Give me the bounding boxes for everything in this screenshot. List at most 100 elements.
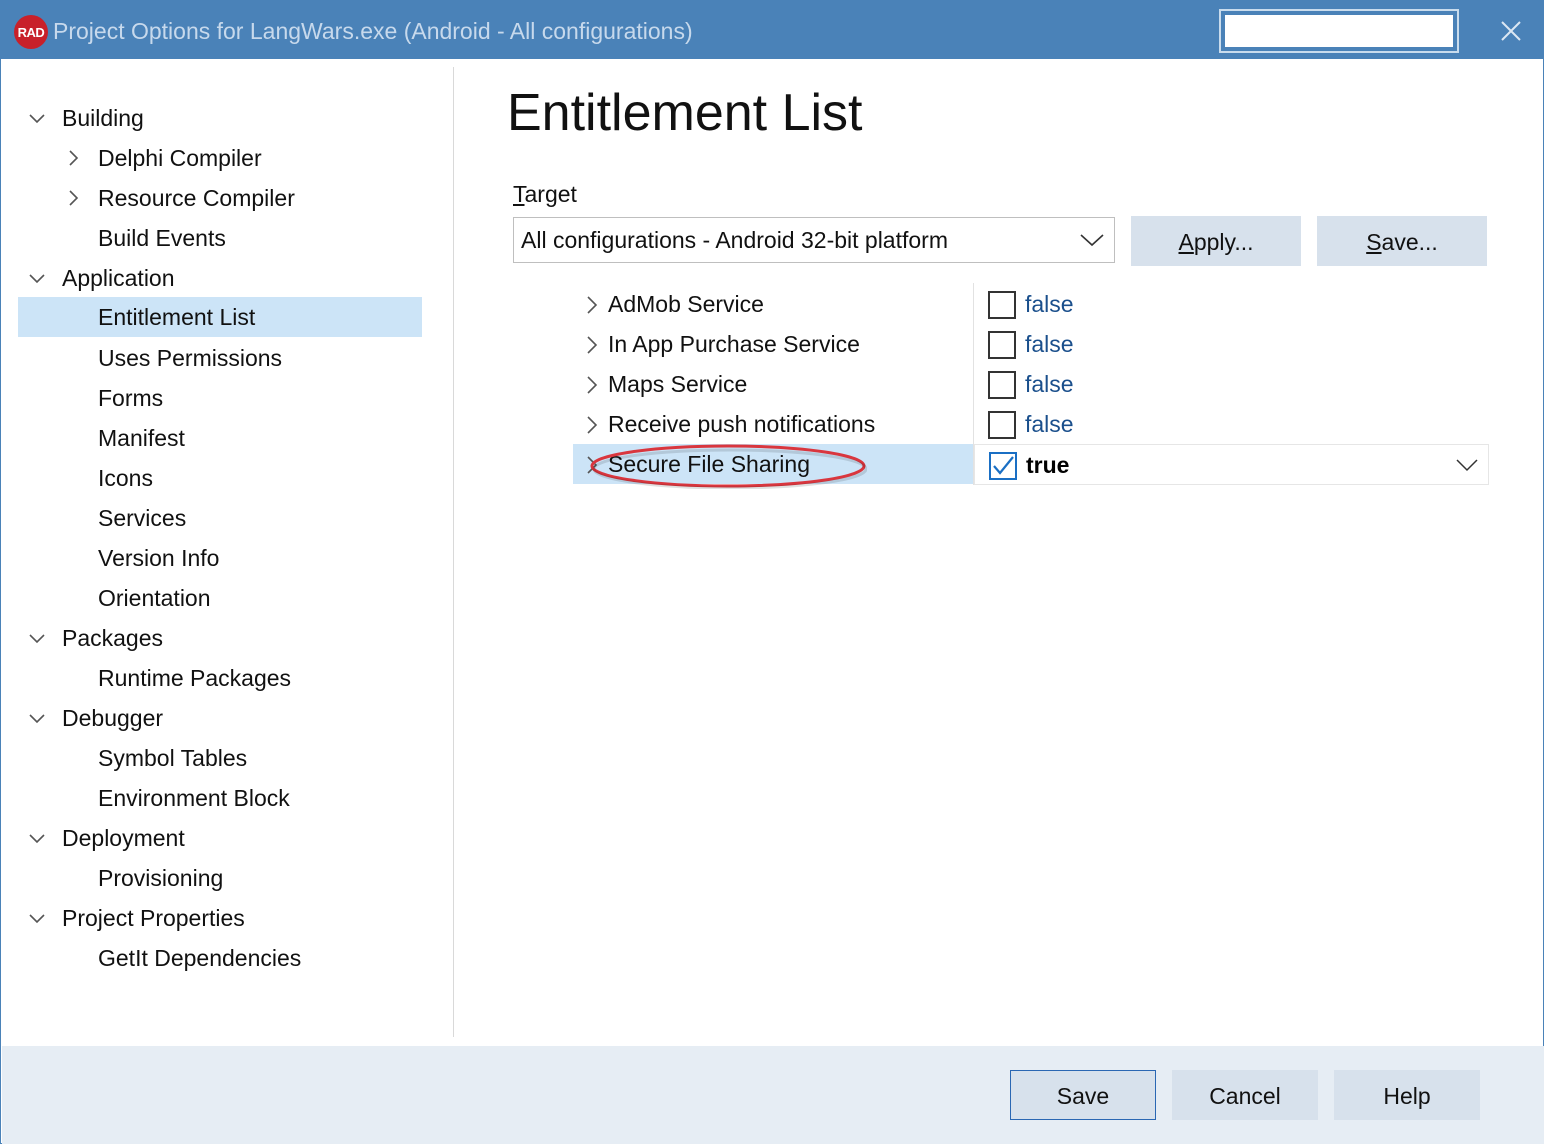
tree-item-build-events[interactable]: Build Events bbox=[21, 218, 423, 258]
entitlement-row-push-notifications[interactable]: Receive push notifications false bbox=[573, 404, 1489, 444]
tree-item-label: Provisioning bbox=[98, 865, 224, 891]
cancel-button[interactable]: Cancel bbox=[1172, 1070, 1318, 1120]
close-button[interactable] bbox=[1491, 13, 1531, 49]
chevron-right-icon[interactable] bbox=[585, 456, 599, 474]
entitlement-checkbox[interactable] bbox=[989, 452, 1017, 480]
chevron-down-icon[interactable] bbox=[29, 270, 45, 286]
page-title: Entitlement List bbox=[507, 84, 863, 142]
tree-item-forms[interactable]: Forms bbox=[21, 378, 423, 418]
entitlement-value-cell[interactable]: false bbox=[974, 324, 1489, 364]
tree-item-label: Runtime Packages bbox=[98, 665, 292, 691]
tree-item-label: Entitlement List bbox=[98, 304, 256, 330]
tree-item-manifest[interactable]: Manifest bbox=[21, 418, 423, 458]
tree-item-getit-dependencies[interactable]: GetIt Dependencies bbox=[21, 938, 423, 978]
chevron-down-icon bbox=[1080, 234, 1104, 247]
tree-item-debugger[interactable]: Debugger bbox=[21, 698, 423, 738]
tree-item-label: Services bbox=[98, 505, 187, 531]
entitlement-name-cell: AdMob Service bbox=[573, 284, 973, 324]
close-icon bbox=[1501, 21, 1521, 41]
entitlement-value: false bbox=[1025, 371, 1074, 397]
tree-item-label: GetIt Dependencies bbox=[98, 945, 302, 971]
options-tree: Building Delphi Compiler Resource Compil… bbox=[1, 59, 453, 1039]
chevron-down-icon[interactable] bbox=[29, 110, 45, 126]
tree-item-provisioning[interactable]: Provisioning bbox=[21, 858, 423, 898]
chevron-down-icon[interactable] bbox=[1456, 458, 1478, 472]
entitlement-value-cell[interactable]: false bbox=[974, 284, 1489, 324]
pane-divider[interactable] bbox=[453, 67, 454, 1037]
entitlement-name-cell: Maps Service bbox=[573, 364, 973, 404]
entitlement-row-secure-file-sharing[interactable]: Secure File Sharing true bbox=[573, 444, 1489, 485]
tree-item-label: Icons bbox=[98, 465, 153, 491]
entitlement-value: false bbox=[1025, 291, 1074, 317]
chevron-right-icon[interactable] bbox=[585, 376, 599, 394]
entitlement-name-cell: Secure File Sharing bbox=[573, 444, 973, 484]
chevron-down-icon[interactable] bbox=[29, 910, 45, 926]
tree-item-label: Packages bbox=[62, 625, 164, 651]
entitlement-name-cell: Receive push notifications bbox=[573, 404, 973, 444]
entitlement-row-in-app-purchase[interactable]: In App Purchase Service false bbox=[573, 324, 1489, 364]
entitlement-name: Secure File Sharing bbox=[608, 451, 810, 477]
tree-item-version-info[interactable]: Version Info bbox=[21, 538, 423, 578]
entitlement-name: Receive push notifications bbox=[608, 411, 876, 437]
chevron-right-icon[interactable] bbox=[585, 296, 599, 314]
entitlement-name: AdMob Service bbox=[608, 291, 764, 317]
entitlement-value-editor[interactable]: true bbox=[974, 444, 1489, 485]
tree-item-building[interactable]: Building bbox=[21, 98, 423, 138]
entitlement-value-cell[interactable]: false bbox=[974, 364, 1489, 404]
chevron-right-icon[interactable] bbox=[585, 336, 599, 354]
chevron-down-icon[interactable] bbox=[29, 710, 45, 726]
entitlement-checkbox[interactable] bbox=[988, 291, 1016, 319]
chevron-down-icon[interactable] bbox=[29, 630, 45, 646]
options-search-input[interactable] bbox=[1225, 15, 1453, 47]
tree-item-label: Resource Compiler bbox=[98, 185, 295, 211]
apply-button[interactable]: Apply... bbox=[1131, 216, 1301, 266]
tree-item-label: Building bbox=[62, 105, 144, 131]
tree-item-label: Forms bbox=[98, 385, 164, 411]
tree-item-runtime-packages[interactable]: Runtime Packages bbox=[21, 658, 423, 698]
rad-studio-logo: RAD bbox=[14, 15, 48, 49]
tree-item-project-properties[interactable]: Project Properties bbox=[21, 898, 423, 938]
entitlement-value: false bbox=[1025, 411, 1074, 437]
tree-item-environment-block[interactable]: Environment Block bbox=[21, 778, 423, 818]
chevron-right-icon[interactable] bbox=[65, 150, 81, 166]
dialog-footer: Save Cancel Help bbox=[2, 1046, 1544, 1144]
entitlement-checkbox[interactable] bbox=[988, 371, 1016, 399]
entitlement-checkbox[interactable] bbox=[988, 411, 1016, 439]
save-entitlements-button[interactable]: Save... bbox=[1317, 216, 1487, 266]
tree-item-symbol-tables[interactable]: Symbol Tables bbox=[21, 738, 423, 778]
tree-item-packages[interactable]: Packages bbox=[21, 618, 423, 658]
tree-item-label: Debugger bbox=[62, 705, 164, 731]
tree-item-label: Project Properties bbox=[62, 905, 245, 931]
tree-item-uses-permissions[interactable]: Uses Permissions bbox=[21, 338, 423, 378]
project-options-window: RAD Project Options for LangWars.exe (An… bbox=[0, 0, 1544, 1144]
entitlement-value-cell[interactable]: true bbox=[974, 444, 1489, 485]
tree-item-label: Environment Block bbox=[98, 785, 290, 811]
tree-item-label: Application bbox=[62, 265, 175, 291]
chevron-down-icon[interactable] bbox=[29, 830, 45, 846]
tree-item-label: Delphi Compiler bbox=[98, 145, 262, 171]
target-label: Target bbox=[513, 181, 577, 207]
entitlement-checkbox[interactable] bbox=[988, 331, 1016, 359]
tree-item-icons[interactable]: Icons bbox=[21, 458, 423, 498]
tree-item-application[interactable]: Application bbox=[21, 258, 423, 298]
tree-item-services[interactable]: Services bbox=[21, 498, 423, 538]
tree-item-label: Manifest bbox=[98, 425, 185, 451]
tree-item-delphi-compiler[interactable]: Delphi Compiler bbox=[21, 138, 423, 178]
help-button[interactable]: Help bbox=[1334, 1070, 1480, 1120]
save-button[interactable]: Save bbox=[1010, 1070, 1156, 1120]
tree-item-resource-compiler[interactable]: Resource Compiler bbox=[21, 178, 423, 218]
entitlement-name: In App Purchase Service bbox=[608, 331, 860, 357]
options-search-box[interactable] bbox=[1219, 9, 1459, 53]
target-select[interactable]: All configurations - Android 32-bit plat… bbox=[513, 217, 1115, 263]
tree-item-label: Version Info bbox=[98, 545, 220, 571]
tree-item-orientation[interactable]: Orientation bbox=[21, 578, 423, 618]
title-bar[interactable]: RAD Project Options for LangWars.exe (An… bbox=[1, 1, 1543, 59]
chevron-right-icon[interactable] bbox=[585, 416, 599, 434]
tree-item-deployment[interactable]: Deployment bbox=[21, 818, 423, 858]
entitlement-value-cell[interactable]: false bbox=[974, 404, 1489, 444]
chevron-right-icon[interactable] bbox=[65, 190, 81, 206]
target-select-value: All configurations - Android 32-bit plat… bbox=[521, 227, 948, 253]
tree-item-entitlement-list[interactable]: Entitlement List bbox=[18, 297, 422, 337]
entitlement-row-maps[interactable]: Maps Service false bbox=[573, 364, 1489, 404]
entitlement-row-admob[interactable]: AdMob Service false bbox=[573, 284, 1489, 324]
